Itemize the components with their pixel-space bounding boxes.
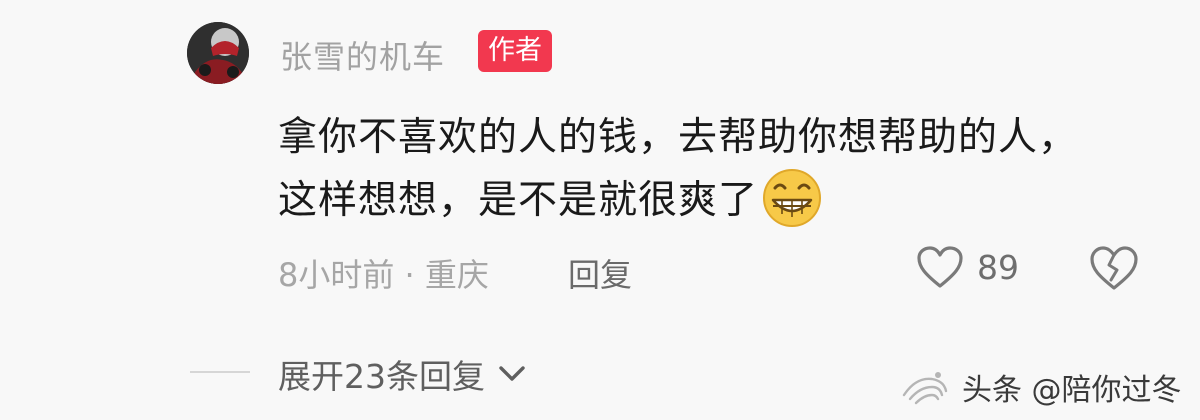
toutiao-logo-icon — [902, 372, 948, 405]
broken-heart-icon — [1090, 246, 1138, 290]
like-button[interactable]: 89 — [915, 244, 1019, 290]
comment-text-line: 这样想想，是不是就很爽了 — [278, 166, 1158, 232]
avatar[interactable] — [187, 22, 249, 84]
chevron-down-icon — [499, 366, 525, 381]
watermark-text: 头条 @陪你过冬 — [962, 373, 1182, 408]
comment-meta: 8小时前 · 重庆 — [278, 256, 489, 294]
reply-button[interactable]: 回复 — [568, 250, 632, 296]
like-count: 89 — [977, 247, 1019, 287]
grinning-face-icon — [760, 166, 824, 230]
comment-text-segment: 这样想想，是不是就很爽了 — [278, 178, 759, 223]
motorcycle-avatar-icon — [187, 22, 249, 84]
dislike-button[interactable] — [1088, 244, 1140, 292]
expand-replies-button[interactable]: 展开23条回复 — [278, 350, 529, 398]
expand-replies-label: 展开23条回复 — [278, 357, 485, 396]
replies-divider — [190, 371, 250, 373]
author-badge: 作者 — [478, 30, 552, 72]
watermark: 头条 @陪你过冬 — [898, 365, 1182, 409]
username[interactable]: 张雪的机车 — [280, 32, 445, 78]
comment-text-line: 拿你不喜欢的人的钱，去帮助你想帮助的人， — [278, 115, 1079, 160]
heart-outline-icon — [917, 246, 963, 288]
comment-text: 拿你不喜欢的人的钱，去帮助你想帮助的人， 这样想想，是不是就很爽了 — [278, 106, 1158, 232]
